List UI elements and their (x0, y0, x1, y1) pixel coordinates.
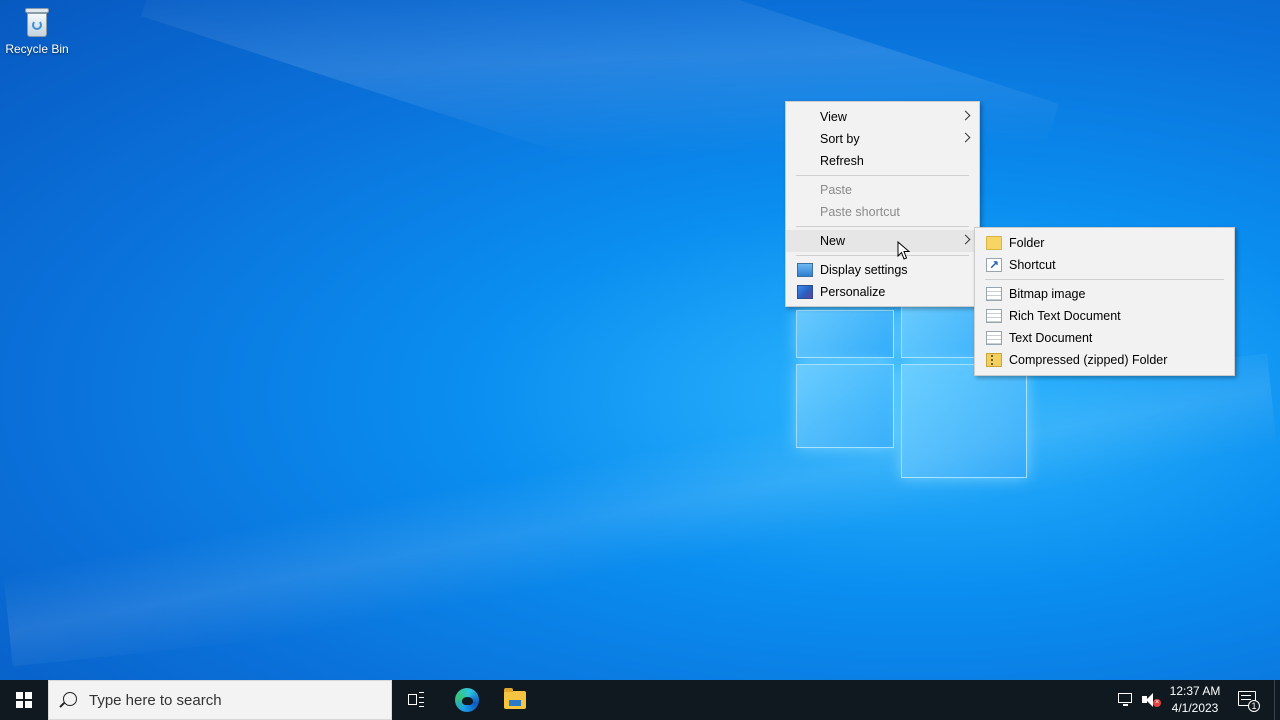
rich-text-document-icon (986, 309, 1002, 323)
folder-icon (986, 236, 1002, 250)
submenu-item-shortcut[interactable]: Shortcut (975, 254, 1234, 276)
menu-separator (796, 255, 969, 256)
taskbar-file-explorer-button[interactable] (491, 680, 539, 720)
clock-time: 12:37 AM (1169, 684, 1221, 698)
submenu-item-bitmap-image[interactable]: Bitmap image (975, 283, 1234, 305)
menu-separator (796, 175, 969, 176)
windows-start-icon (16, 692, 32, 708)
mouse-cursor-icon (897, 241, 911, 260)
menu-item-display-settings[interactable]: Display settings (786, 259, 979, 281)
wallpaper-light-ray (0, 353, 1280, 667)
search-icon (63, 692, 77, 706)
taskbar-edge-button[interactable] (442, 680, 490, 720)
chevron-right-icon (960, 132, 971, 143)
personalize-icon (797, 285, 813, 299)
menu-separator (796, 226, 969, 227)
menu-separator (985, 279, 1224, 280)
menu-item-paste-shortcut: Paste shortcut (820, 205, 900, 219)
menu-item-new[interactable]: New (786, 230, 979, 252)
file-explorer-icon (504, 688, 526, 709)
taskbar: Type here to search × 12:37 AM 4/1/2023 … (0, 680, 1280, 720)
shortcut-icon (986, 254, 1002, 276)
task-view-icon (408, 692, 424, 707)
display-settings-icon (797, 263, 813, 277)
zip-folder-icon (986, 353, 1002, 367)
new-submenu: Folder Shortcut Bitmap image Rich Text D… (974, 227, 1235, 376)
task-view-button[interactable] (392, 680, 440, 720)
network-icon[interactable] (1118, 692, 1136, 708)
menu-item-view[interactable]: View (786, 106, 979, 128)
desktop-icon-recycle-bin[interactable]: Recycle Bin (4, 6, 70, 56)
start-button[interactable] (0, 680, 48, 720)
edge-icon (455, 688, 479, 712)
menu-item-personalize[interactable]: Personalize (786, 281, 979, 303)
submenu-item-folder[interactable]: Folder (975, 232, 1234, 254)
show-desktop-button[interactable] (1274, 680, 1280, 720)
recycle-bin-icon (24, 8, 50, 38)
taskbar-search-box[interactable]: Type here to search (48, 680, 392, 720)
menu-item-sort-by[interactable]: Sort by (786, 128, 979, 150)
submenu-item-compressed-folder[interactable]: Compressed (zipped) Folder (975, 349, 1234, 371)
menu-item-paste: Paste (820, 183, 852, 197)
submenu-item-rich-text-document[interactable]: Rich Text Document (975, 305, 1234, 327)
taskbar-clock[interactable]: 12:37 AM 4/1/2023 (1160, 683, 1230, 717)
clock-date: 4/1/2023 (1171, 701, 1219, 715)
submenu-item-text-document[interactable]: Text Document (975, 327, 1234, 349)
volume-muted-icon[interactable]: × (1142, 692, 1161, 708)
chevron-right-icon (960, 110, 971, 121)
search-placeholder: Type here to search (89, 692, 222, 709)
chevron-right-icon (960, 234, 971, 245)
desktop-icon-label: Recycle Bin (5, 42, 69, 56)
bitmap-image-icon (986, 287, 1002, 301)
notification-count-badge: 1 (1248, 700, 1260, 712)
desktop-context-menu: View Sort by Refresh Paste Paste shortcu… (785, 101, 980, 307)
menu-item-refresh[interactable]: Refresh (786, 150, 979, 172)
text-document-icon (986, 331, 1002, 345)
